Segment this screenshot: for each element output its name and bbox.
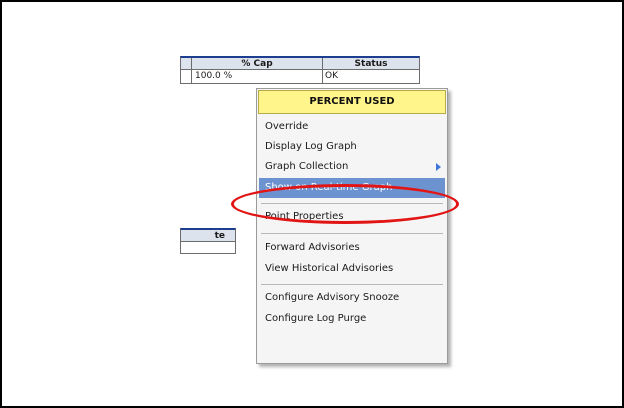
cell-percent-cap: 100.0 % (195, 71, 233, 81)
menu-separator (261, 284, 443, 285)
menu-item-display-log-graph[interactable]: Display Log Graph (259, 137, 445, 157)
column-header-percent-cap[interactable]: % Cap (192, 58, 322, 70)
menu-item-override[interactable]: Override (259, 117, 445, 137)
context-menu-title: PERCENT USED (258, 90, 446, 114)
menu-item-show-on-realtime-graph[interactable]: Show on Real-time Graph (259, 178, 445, 198)
screenshot-frame: % Cap Status 100.0 % OK te PERCENT USED … (0, 0, 624, 408)
column-divider (191, 70, 192, 83)
menu-item-label: Graph Collection (265, 161, 349, 172)
menu-separator (261, 203, 443, 204)
column-header-status[interactable]: Status (323, 58, 419, 70)
context-menu: PERCENT USED Override Display Log Graph … (256, 88, 448, 364)
table-row[interactable] (180, 242, 236, 254)
menu-item-configure-log-purge[interactable]: Configure Log Purge (259, 309, 445, 329)
menu-item-point-properties[interactable]: Point Properties (259, 207, 445, 227)
menu-item-configure-advisory-snooze[interactable]: Configure Advisory Snooze (259, 288, 445, 308)
secondary-table: te (180, 228, 236, 262)
secondary-table-header[interactable]: te (180, 228, 236, 242)
menu-item-view-historical-advisories[interactable]: View Historical Advisories (259, 259, 445, 279)
table-header-row: % Cap Status (180, 56, 420, 70)
points-table: % Cap Status 100.0 % OK (180, 56, 420, 90)
menu-item-forward-advisories[interactable]: Forward Advisories (259, 238, 445, 258)
submenu-arrow-icon (436, 163, 441, 171)
cell-status: OK (325, 71, 338, 81)
column-divider (322, 70, 323, 83)
table-row[interactable]: 100.0 % OK (180, 70, 420, 84)
menu-separator (261, 233, 443, 234)
menu-item-graph-collection[interactable]: Graph Collection (259, 157, 445, 177)
